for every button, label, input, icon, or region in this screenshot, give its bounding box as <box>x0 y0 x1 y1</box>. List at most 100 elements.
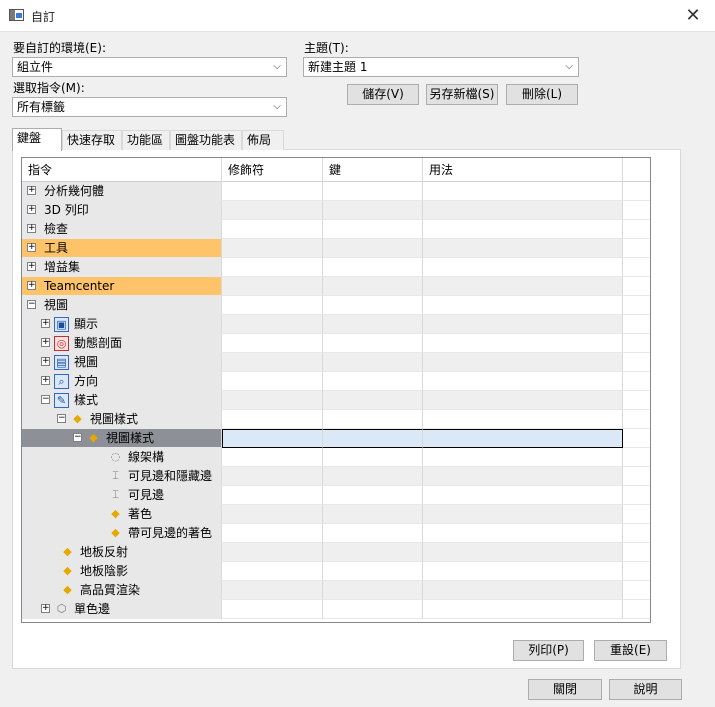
column-header-command[interactable]: 指令 <box>22 158 222 182</box>
modifier-cell[interactable] <box>222 600 323 619</box>
expand-icon[interactable]: + <box>27 243 36 252</box>
modifier-cell[interactable] <box>222 353 323 372</box>
key-cell[interactable] <box>323 600 423 619</box>
modifier-cell[interactable] <box>222 258 323 277</box>
modifier-cell[interactable] <box>222 239 323 258</box>
expand-icon[interactable]: + <box>27 205 36 214</box>
collapse-icon[interactable]: − <box>27 300 36 309</box>
env-select[interactable]: 組立件 ⌵ <box>12 57 287 77</box>
modifier-cell[interactable] <box>222 372 323 391</box>
table-row[interactable]: + 檢查 <box>22 220 650 239</box>
key-cell[interactable] <box>323 410 423 429</box>
key-cell[interactable] <box>323 182 423 201</box>
tab-marking-menu[interactable]: 圖盤功能表 <box>170 130 242 150</box>
key-cell[interactable] <box>323 543 423 562</box>
theme-select[interactable]: 新建主題 1 ⌵ <box>303 57 579 77</box>
expand-icon[interactable]: + <box>27 281 36 290</box>
modifier-cell[interactable] <box>222 448 323 467</box>
key-cell[interactable] <box>323 524 423 543</box>
modifier-cell[interactable] <box>222 524 323 543</box>
table-row[interactable]: ⌶ 可見邊 <box>22 486 650 505</box>
tab-keyboard[interactable]: 鍵盤 <box>12 128 62 151</box>
table-row[interactable]: + Teamcenter <box>22 277 650 296</box>
print-button[interactable]: 列印(P) <box>513 640 584 661</box>
key-cell[interactable] <box>323 391 423 410</box>
collapse-icon[interactable]: − <box>57 414 66 423</box>
modifier-cell[interactable] <box>222 296 323 315</box>
save-button[interactable]: 儲存(V) <box>347 84 419 105</box>
modifier-cell[interactable] <box>222 505 323 524</box>
tab-ribbon[interactable]: 功能區 <box>122 130 170 150</box>
key-cell[interactable] <box>323 258 423 277</box>
key-cell[interactable] <box>323 220 423 239</box>
key-cell[interactable] <box>323 277 423 296</box>
table-row[interactable]: ◆ 帶可見邊的著色 <box>22 524 650 543</box>
modifier-cell[interactable] <box>222 334 323 353</box>
key-cell[interactable] <box>323 448 423 467</box>
expand-icon[interactable]: + <box>41 319 50 328</box>
modifier-cell[interactable] <box>222 543 323 562</box>
table-row[interactable]: ◆ 著色 <box>22 505 650 524</box>
key-cell[interactable] <box>323 581 423 600</box>
expand-icon[interactable]: + <box>27 186 36 195</box>
modifier-cell[interactable] <box>222 391 323 410</box>
modifier-cell[interactable] <box>222 486 323 505</box>
table-row[interactable]: + ◎ 動態剖面 <box>22 334 650 353</box>
key-cell[interactable] <box>323 486 423 505</box>
table-row[interactable]: + ▤ 視圖 <box>22 353 650 372</box>
delete-button[interactable]: 刪除(L) <box>506 84 578 105</box>
key-cell[interactable] <box>323 239 423 258</box>
table-row[interactable]: + 增益集 <box>22 258 650 277</box>
table-row[interactable]: − ◆ 視圖樣式 <box>22 410 650 429</box>
close-button[interactable]: 關閉 <box>528 679 602 700</box>
table-row[interactable]: + ⌕ 方向 <box>22 372 650 391</box>
column-header-key[interactable]: 鍵 <box>323 158 423 182</box>
expand-icon[interactable]: + <box>41 376 50 385</box>
modifier-cell[interactable] <box>222 410 323 429</box>
column-header-usage[interactable]: 用法 <box>423 158 623 182</box>
expand-icon[interactable]: + <box>41 338 50 347</box>
modifier-cell[interactable] <box>222 315 323 334</box>
table-row[interactable]: + 工具 <box>22 239 650 258</box>
table-row[interactable]: +3D 列印 <box>22 201 650 220</box>
modifier-cell[interactable] <box>222 467 323 486</box>
table-row[interactable]: ◆ 地板陰影 <box>22 562 650 581</box>
key-cell[interactable] <box>323 296 423 315</box>
table-row[interactable]: ◆ 高品質渲染 <box>22 581 650 600</box>
modifier-cell[interactable] <box>222 277 323 296</box>
save-as-button[interactable]: 另存新檔(S) <box>426 84 498 105</box>
tab-quick-access[interactable]: 快速存取 <box>62 130 122 150</box>
modifier-cell[interactable] <box>222 581 323 600</box>
table-row[interactable]: + ▣ 顯示 <box>22 315 650 334</box>
table-row[interactable]: ⌶ 可見邊和隱藏邊 <box>22 467 650 486</box>
key-cell[interactable] <box>323 315 423 334</box>
collapse-icon[interactable]: − <box>41 395 50 404</box>
column-header-modifier[interactable]: 修飾符 <box>222 158 323 182</box>
expand-icon[interactable]: + <box>27 224 36 233</box>
table-row[interactable]: − ✎ 樣式 <box>22 391 650 410</box>
key-cell[interactable] <box>323 353 423 372</box>
reset-button[interactable]: 重設(E) <box>594 640 667 661</box>
table-row[interactable]: − 視圖 <box>22 296 650 315</box>
expand-icon[interactable]: + <box>41 357 50 366</box>
table-row[interactable]: + ⬡ 單色邊 <box>22 600 650 619</box>
table-row[interactable]: ◆ 地板反射 <box>22 543 650 562</box>
key-cell[interactable] <box>323 372 423 391</box>
modifier-cell[interactable] <box>222 429 323 448</box>
close-icon[interactable]: ✕ <box>679 4 707 28</box>
key-cell[interactable] <box>323 429 423 448</box>
cmd-select[interactable]: 所有標籤 ⌵ <box>12 97 287 117</box>
collapse-icon[interactable]: − <box>73 433 82 442</box>
expand-icon[interactable]: + <box>27 262 36 271</box>
key-cell[interactable] <box>323 467 423 486</box>
modifier-cell[interactable] <box>222 201 323 220</box>
help-button[interactable]: 說明 <box>609 679 682 700</box>
key-cell[interactable] <box>323 201 423 220</box>
table-row[interactable]: + 分析幾何體 <box>22 182 650 201</box>
table-row[interactable]: ◌ 線架構 <box>22 448 650 467</box>
key-cell[interactable] <box>323 562 423 581</box>
expand-icon[interactable]: + <box>41 604 50 613</box>
modifier-cell[interactable] <box>222 182 323 201</box>
key-cell[interactable] <box>323 334 423 353</box>
tab-layout[interactable]: 佈局 <box>242 130 284 150</box>
